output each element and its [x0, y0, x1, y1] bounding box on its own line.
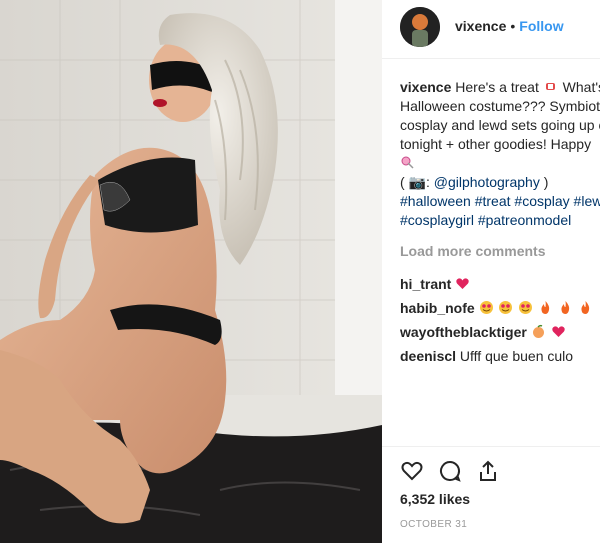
- photographer-mention[interactable]: @gilphotography: [434, 174, 540, 190]
- comment-row: habib_nofe: [400, 299, 600, 318]
- avatar-image: [400, 7, 440, 47]
- caption-line-2: Halloween costume??? Symbiote: [400, 98, 600, 114]
- caption-credit-suffix: ): [539, 174, 549, 190]
- likes-count[interactable]: 6,352 likes: [400, 491, 470, 507]
- post-actions: 6,352 likes OCTOBER 31: [382, 446, 600, 544]
- lollipop-icon: [401, 156, 414, 169]
- comment-icon[interactable]: [438, 459, 462, 483]
- caption-text-1: Here's a treat: [455, 79, 539, 95]
- post-details-panel: vixence • Follow vixence Here's a treat Wh…: [382, 0, 600, 543]
- comment-username[interactable]: wayoftheblacktiger: [400, 324, 527, 340]
- share-icon[interactable]: [476, 459, 500, 483]
- comment-row: deeniscl Ufff que buen culo: [400, 347, 600, 366]
- candy-icon: [545, 83, 555, 90]
- comments-section: vixence Here's a treat What's Halloween …: [400, 78, 600, 371]
- heart-eyes-emoji-icon: [479, 301, 493, 314]
- caption-line-3: cosplay and lewd sets going up c: [400, 117, 600, 133]
- post-username-row: vixence • Follow: [455, 18, 564, 34]
- caption-line-6: ( 📷: @gilphotography ): [400, 173, 600, 192]
- comment-text: Ufff que buen culo: [459, 348, 574, 364]
- comment-row: hi_trant: [400, 275, 600, 294]
- photo-image: [0, 0, 382, 543]
- heart-icon[interactable]: [400, 459, 424, 483]
- comment-username[interactable]: habib_nofe: [400, 300, 475, 316]
- heart-eyes-emoji-icon: [499, 301, 513, 314]
- post-date[interactable]: OCTOBER 31: [400, 519, 467, 530]
- caption-line-5: [400, 154, 600, 173]
- caption-text-1b: What's: [562, 79, 600, 95]
- comment-username[interactable]: deeniscl: [400, 348, 456, 364]
- separator-dot: •: [510, 18, 516, 34]
- caption-line-1: vixence Here's a treat What's: [400, 78, 600, 97]
- hashtags-line-2[interactable]: #cosplaygirl #patreonmodel: [400, 211, 600, 230]
- caption-credit-prefix: ( 📷:: [400, 174, 434, 190]
- caption-line-4: tonight + other goodies! Happy: [400, 136, 592, 152]
- avatar[interactable]: [400, 7, 440, 47]
- heart-emoji-icon: [551, 326, 565, 337]
- heart-emoji-icon: [456, 278, 469, 289]
- action-icons: [400, 459, 500, 483]
- follow-button[interactable]: Follow: [519, 18, 563, 34]
- post-photo[interactable]: [0, 0, 382, 543]
- load-more-comments-button[interactable]: Load more comments: [400, 242, 600, 261]
- fire-emoji-icon: [561, 301, 570, 314]
- comment-row: wayoftheblacktiger: [400, 323, 600, 342]
- fire-emoji-icon: [541, 301, 550, 314]
- hashtags-line-1[interactable]: #halloween #treat #cosplay #lew: [400, 192, 600, 211]
- fire-emoji-icon: [581, 301, 590, 314]
- post-header: vixence • Follow: [382, 0, 600, 59]
- username-link[interactable]: vixence: [455, 18, 506, 34]
- peach-emoji-icon: [532, 324, 544, 338]
- heart-eyes-emoji-icon: [519, 301, 533, 314]
- comment-username[interactable]: hi_trant: [400, 276, 451, 292]
- caption-username[interactable]: vixence: [400, 79, 451, 95]
